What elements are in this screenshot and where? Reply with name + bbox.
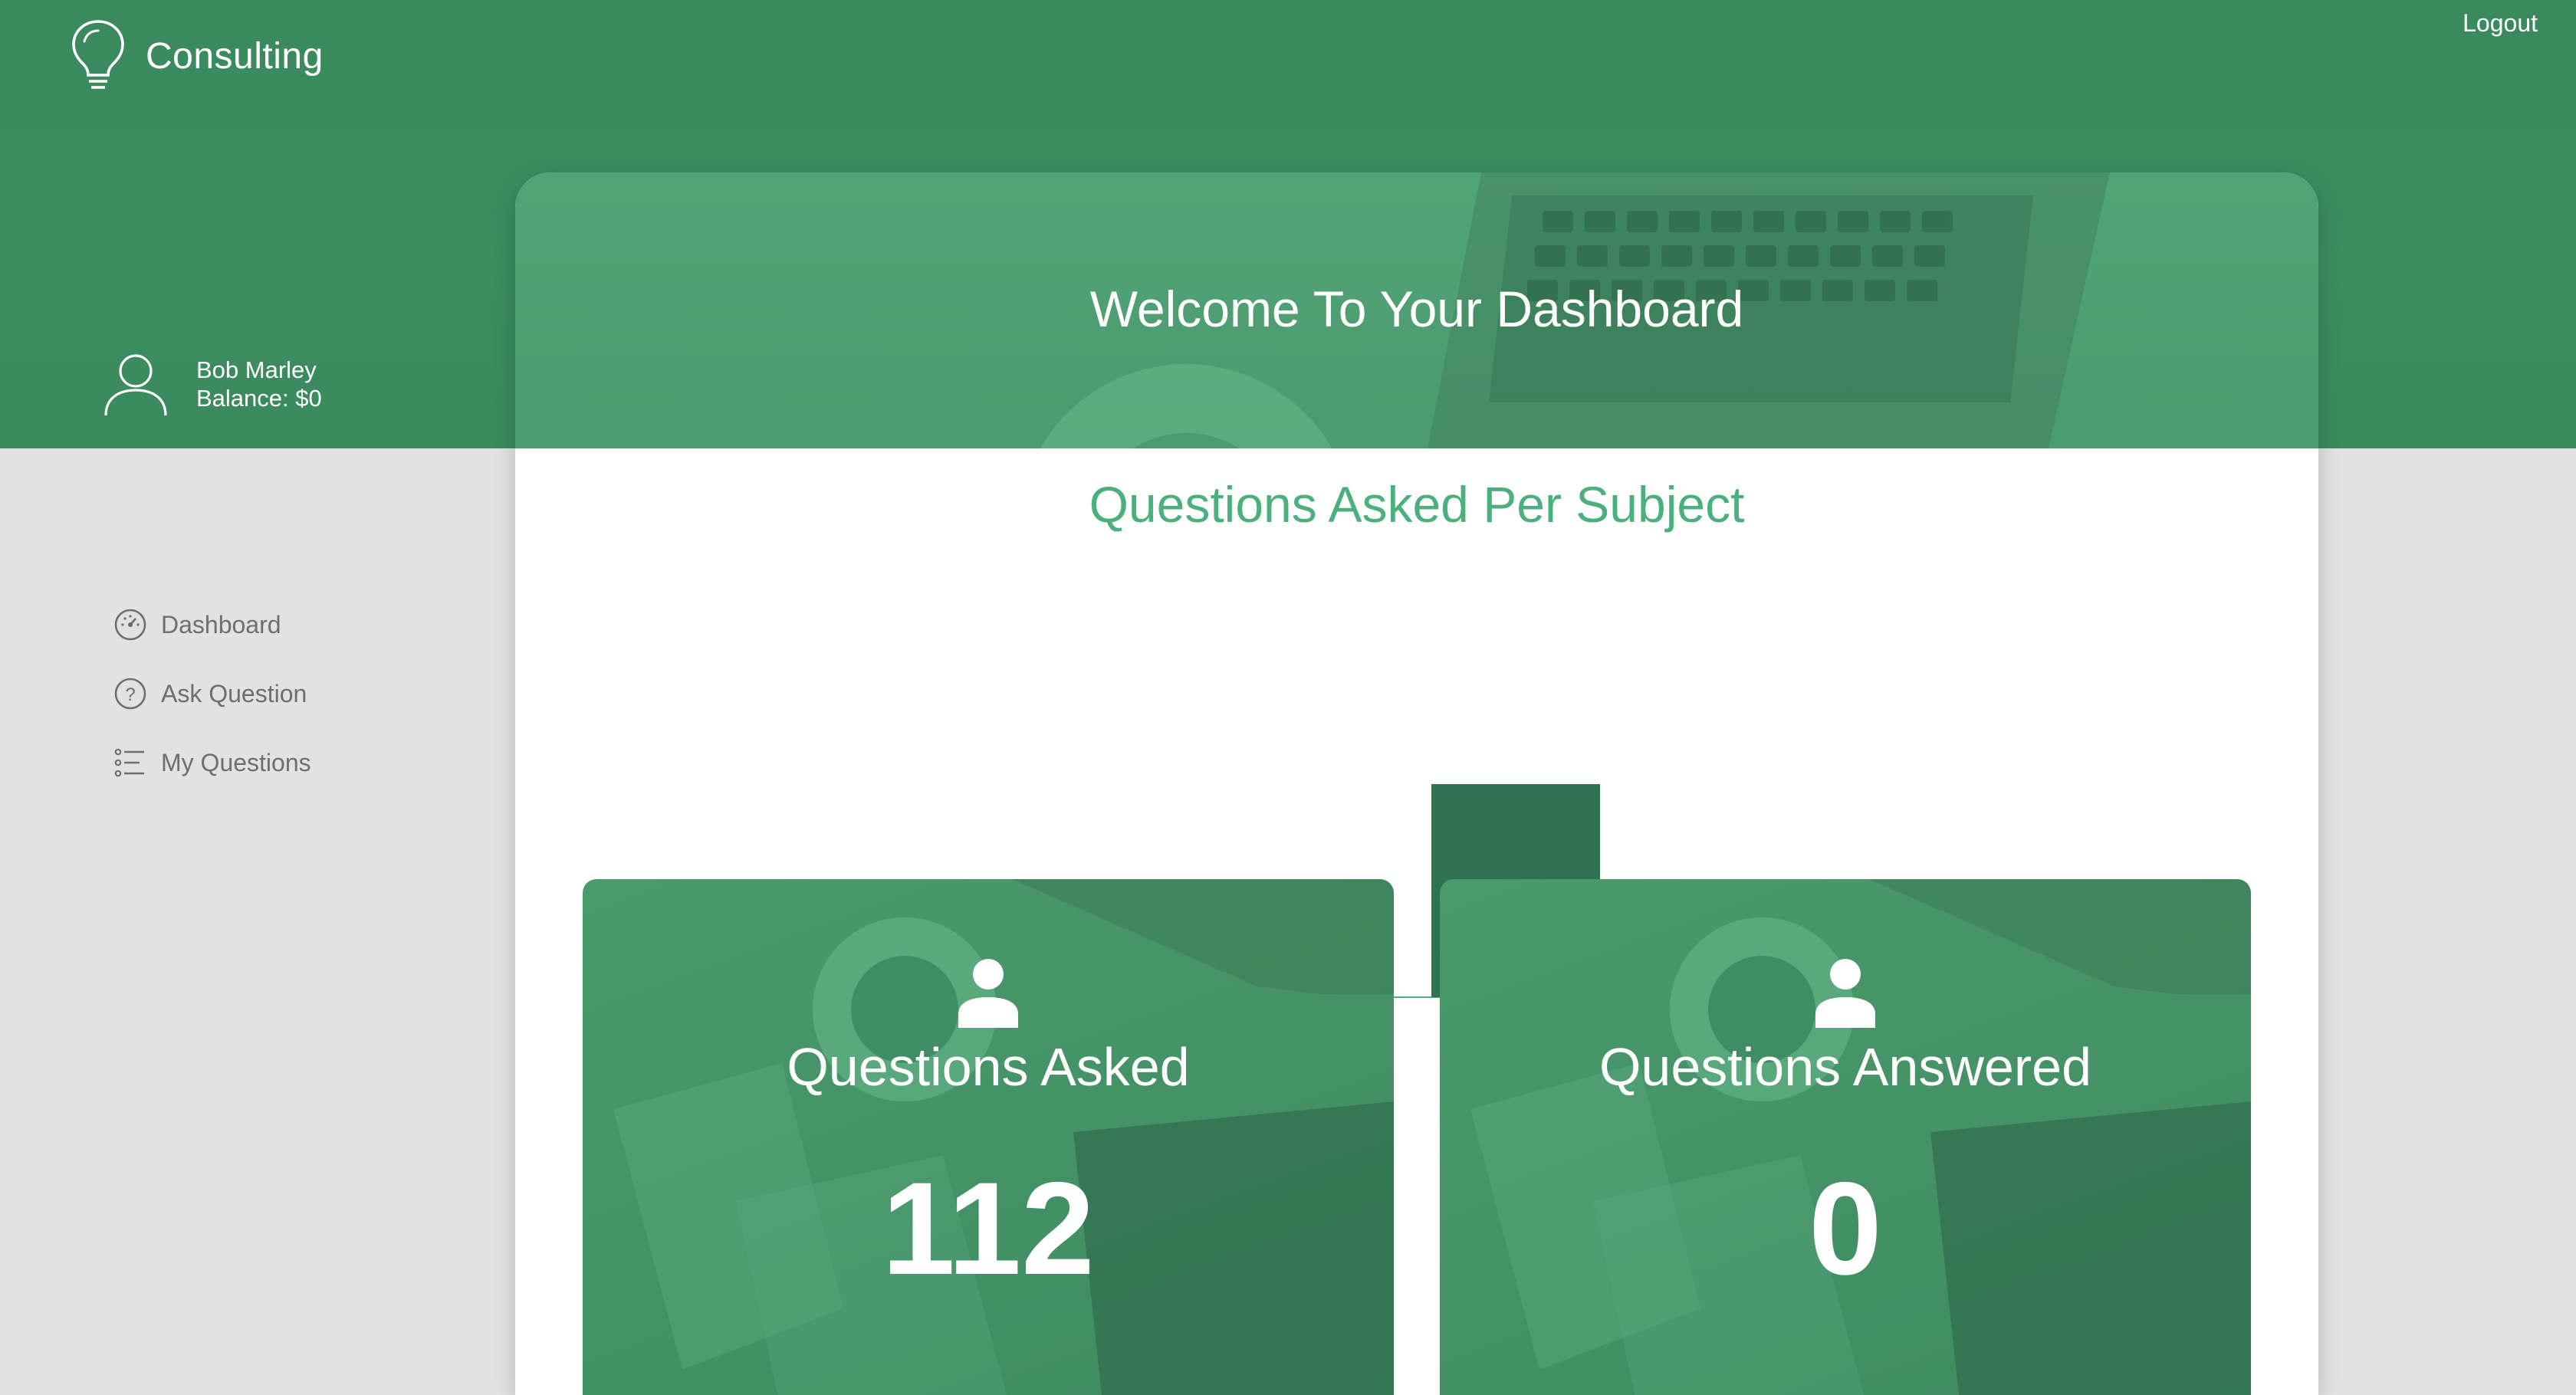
user-balance: Balance: $0	[196, 385, 322, 412]
sidebar-item-dashboard[interactable]: Dashboard	[113, 590, 311, 659]
svg-text:?: ?	[125, 684, 135, 705]
questions-asked-label: Questions Asked	[787, 1037, 1190, 1097]
person-icon-wrap	[583, 956, 1394, 1033]
questions-asked-card: Questions Asked 112	[583, 879, 1394, 1395]
welcome-banner: Welcome To Your Dashboard	[515, 172, 2318, 448]
logout-button[interactable]: Logout	[2463, 9, 2538, 38]
person-icon	[1815, 959, 1875, 1028]
sidebar-item-label: Dashboard	[161, 610, 281, 638]
user-name: Bob Marley	[196, 356, 317, 383]
welcome-title: Welcome To Your Dashboard	[1089, 281, 1744, 337]
list-icon	[114, 748, 144, 777]
questions-asked-value: 112	[882, 1155, 1095, 1302]
sidebar-nav: Dashboard ? Ask Question My Questions	[113, 590, 311, 797]
app-name: Consulting	[146, 35, 324, 77]
sidebar-item-ask-question[interactable]: ? Ask Question	[113, 659, 311, 728]
user-profile: Bob Marley Balance: $0	[103, 351, 322, 417]
brand[interactable]: Consulting	[69, 18, 324, 94]
sidebar-item-label: My Questions	[161, 748, 311, 776]
lightbulb-logo-icon	[72, 20, 124, 89]
questions-answered-label: Questions Answered	[1598, 1037, 2092, 1097]
user-avatar-icon	[104, 354, 167, 416]
dashboard-gauge-icon	[114, 609, 146, 641]
question-circle-icon: ?	[114, 678, 146, 710]
sidebar-item-label: Ask Question	[161, 679, 307, 707]
chart-title: Questions Asked Per Subject	[1089, 476, 1745, 533]
sidebar-item-my-questions[interactable]: My Questions	[113, 728, 311, 797]
questions-answered-card: Questions Answered 0	[1440, 879, 2251, 1395]
person-icon	[958, 959, 1018, 1028]
questions-answered-value: 0	[1809, 1155, 1882, 1302]
main-panel: Welcome To Your Dashboard Questions Aske…	[515, 172, 2318, 1395]
person-icon-wrap	[1440, 956, 2251, 1033]
